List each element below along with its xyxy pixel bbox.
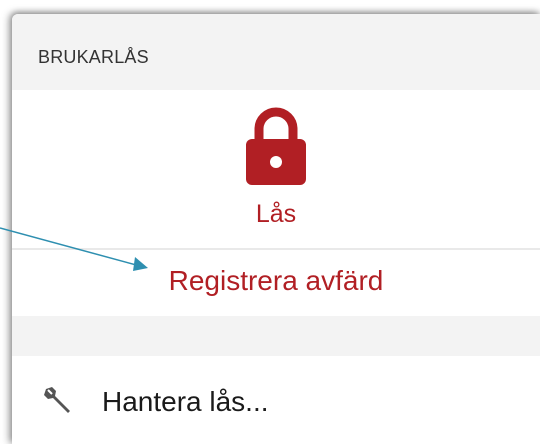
- register-departure-button[interactable]: Registrera avfärd: [12, 250, 540, 316]
- lock-button[interactable]: Lås: [12, 90, 540, 248]
- section-gap: [12, 316, 540, 356]
- manage-lock-label: Hantera lås...: [102, 386, 269, 417]
- lock-label: Lås: [255, 200, 297, 228]
- lock-settings-card: BRUKARLÅS Lås Registrera avfärd Hantera …: [12, 14, 540, 444]
- section-title: BRUKARLÅS: [38, 47, 149, 67]
- lock-icon: [246, 107, 306, 185]
- register-departure-label: Registrera avfärd: [168, 265, 384, 296]
- wrench-icon: [44, 387, 70, 413]
- manage-lock-menu-item[interactable]: Hantera lås...: [12, 356, 540, 444]
- section-header: BRUKARLÅS: [12, 14, 540, 90]
